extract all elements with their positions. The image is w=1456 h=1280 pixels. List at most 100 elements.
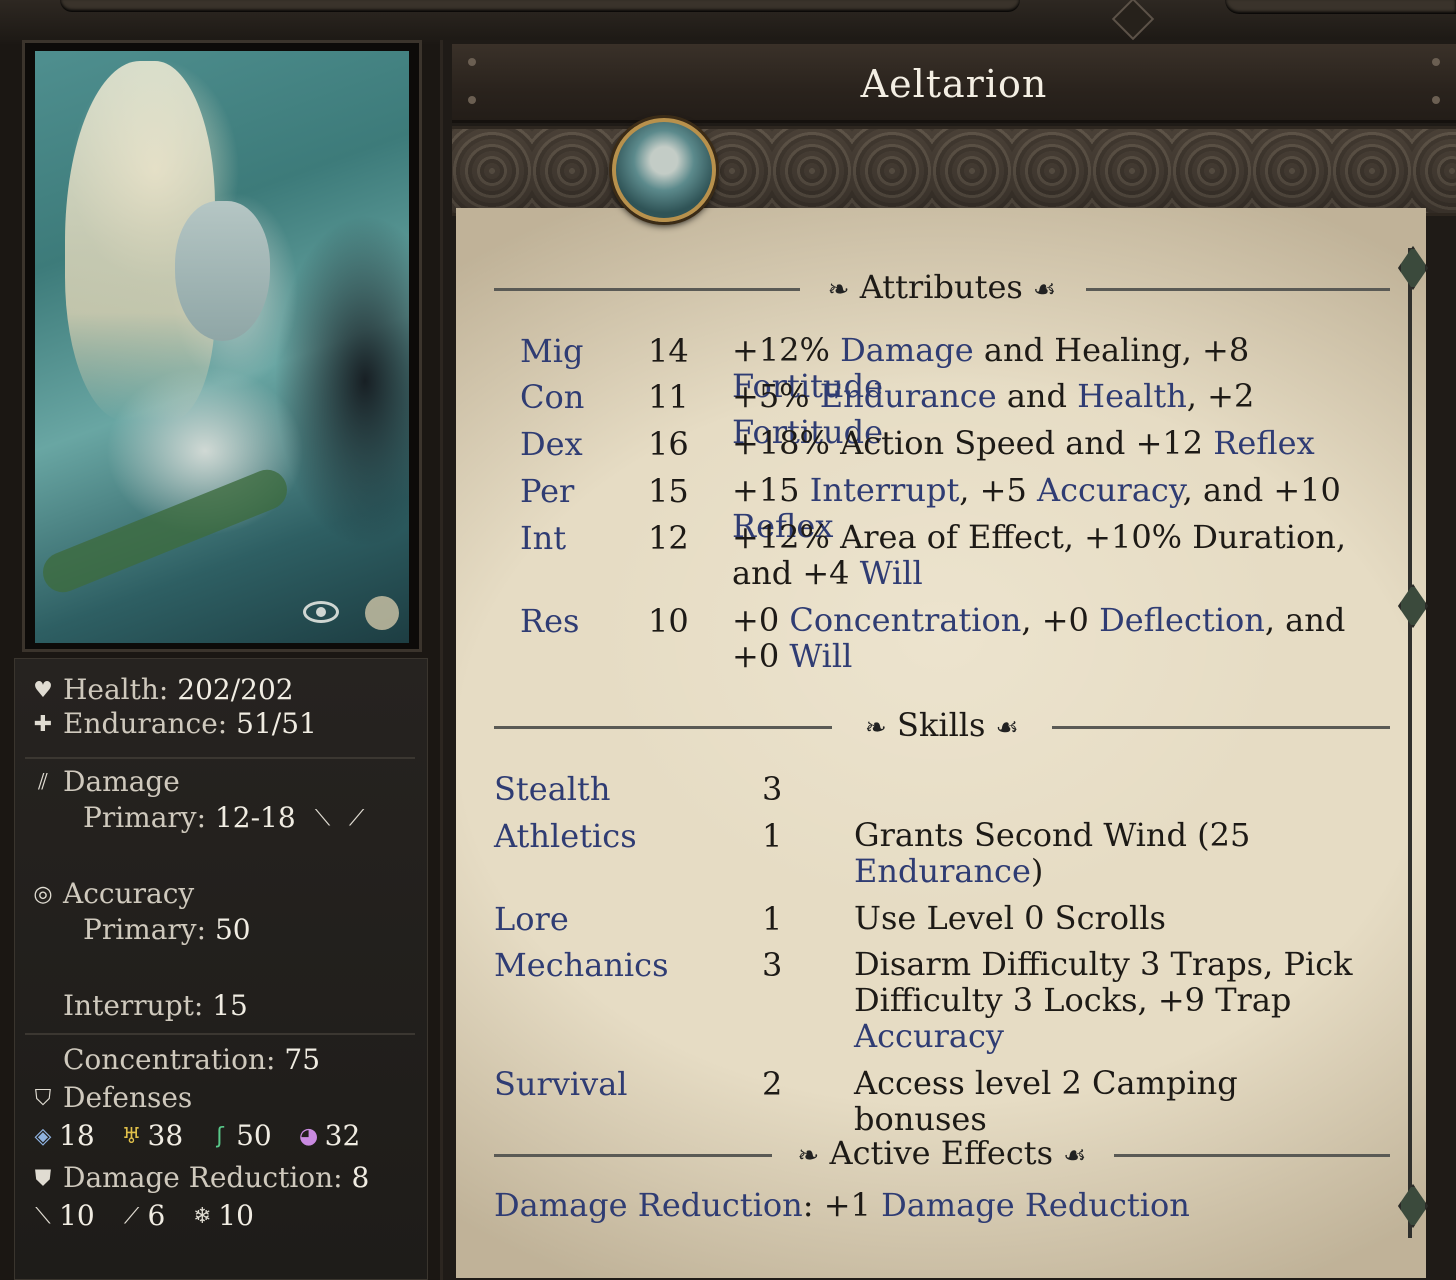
- skill-value: 1: [762, 817, 783, 855]
- fortitude-icon: ♅: [121, 1124, 142, 1149]
- skill-name[interactable]: Mechanics: [494, 946, 669, 984]
- skill-desc: Grants Second Wind (25 Endurance): [854, 817, 1354, 889]
- dr-slash-value: 10: [59, 1199, 95, 1232]
- damage-label: Damage: [63, 765, 180, 798]
- defense-fortitude: ♅ 38: [118, 1119, 184, 1152]
- scroll-rail[interactable]: [1408, 248, 1412, 1238]
- keyword-link[interactable]: Endurance: [854, 852, 1031, 890]
- keyword-link[interactable]: Interrupt: [810, 471, 960, 509]
- damage-reduction-label: Damage Reduction:: [63, 1161, 343, 1194]
- damage-primary-label: Primary:: [83, 801, 207, 834]
- defense-deflection: ◈ 18: [29, 1119, 95, 1152]
- fortitude-value: 38: [147, 1119, 184, 1152]
- health-value: 202/202: [177, 673, 294, 706]
- heart-icon: ♥: [33, 678, 53, 703]
- desc-text: , and +10: [1182, 471, 1341, 509]
- flourish-icon: ☙: [1032, 275, 1057, 305]
- divider: [25, 1033, 415, 1035]
- interrupt-label: Interrupt:: [63, 989, 204, 1022]
- top-frame: [0, 0, 1456, 44]
- flourish-icon: ☙: [1063, 1141, 1087, 1171]
- attributes-title: Attributes: [859, 268, 1023, 306]
- keyword-link[interactable]: Accuracy: [854, 1017, 1004, 1055]
- keyword-link[interactable]: Health: [1077, 377, 1187, 415]
- skill-desc: Use Level 0 Scrolls: [854, 900, 1354, 936]
- skill-value: 2: [762, 1065, 783, 1103]
- damage-reduction-types: ⟍ 10 ⟋ 6 ❄ 10: [29, 1199, 268, 1232]
- stats-panel: ♥ Health: 202/202 ✚ Endurance: 51/51 ⫽ Dama…: [14, 658, 428, 1280]
- flourish-icon: ☙: [995, 713, 1019, 743]
- keyword-link[interactable]: Will: [789, 637, 852, 675]
- attributes-header: ❧ Attributes ☙: [494, 268, 1390, 308]
- accuracy-primary-label: Primary:: [83, 913, 207, 946]
- desc-text: +5%: [732, 377, 820, 415]
- attribute-desc: +12% Area of Effect, +10% Duration, and …: [732, 519, 1372, 591]
- desc-text: and Healing, +8: [973, 331, 1250, 369]
- dr-freeze: ❄ 10: [188, 1199, 254, 1232]
- keyword-link[interactable]: Endurance: [820, 377, 997, 415]
- damage-primary-row: Primary: 12-18 ⟍ ⟋: [83, 801, 377, 834]
- skills-title-wrap: ❧ Skills ☙: [494, 706, 1390, 744]
- rail-gem-icon: [1398, 246, 1428, 290]
- desc-text: , +2: [1186, 377, 1255, 415]
- skill-value: 1: [762, 900, 783, 938]
- keyword-link[interactable]: Reflex: [1213, 424, 1314, 462]
- attributes-title-wrap: ❧ Attributes ☙: [494, 268, 1390, 306]
- attribute-abbr[interactable]: Mig: [520, 332, 583, 370]
- portrait-branch: [36, 463, 294, 599]
- dr-pierce-value: 6: [147, 1199, 166, 1232]
- reflex-value: 50: [236, 1119, 272, 1152]
- ornamental-band: [452, 126, 1456, 216]
- desc-text: Access level 2 Camping bonuses: [854, 1064, 1238, 1138]
- reflex-icon: ʃ: [216, 1124, 224, 1149]
- frame-ornament-icon: [1111, 0, 1155, 41]
- deflection-icon: ◈: [34, 1124, 52, 1149]
- will-value: 32: [324, 1119, 361, 1152]
- deflection-value: 18: [59, 1119, 95, 1152]
- skill-desc: Disarm Difficulty 3 Traps, Pick Difficul…: [854, 946, 1354, 1054]
- portrait-options-icon[interactable]: [365, 596, 399, 630]
- keyword-link[interactable]: Damage: [840, 331, 974, 369]
- attribute-abbr[interactable]: Per: [520, 472, 574, 510]
- desc-text: +12%: [732, 331, 841, 369]
- keyword-link[interactable]: Damage Reduction: [881, 1186, 1190, 1224]
- dr-pierce: ⟋ 6: [118, 1199, 166, 1232]
- concentration-value: 75: [284, 1043, 321, 1076]
- attribute-value: 16: [648, 425, 689, 463]
- top-slot-right: [1225, 0, 1456, 14]
- endurance-row: ✚ Endurance: 51/51: [29, 707, 317, 740]
- attribute-desc: +0 Concentration, +0 Deflection, and +0 …: [732, 602, 1372, 674]
- top-slot: [60, 0, 1020, 12]
- name-bar: Aeltarion: [452, 44, 1456, 123]
- desc-text: : +1: [802, 1186, 882, 1224]
- keyword-link[interactable]: Concentration: [789, 601, 1021, 639]
- slash-icon: ⟍: [314, 806, 331, 831]
- keyword-link[interactable]: Damage Reduction: [494, 1186, 803, 1224]
- keyword-link[interactable]: Accuracy: [1037, 471, 1183, 509]
- active-effect[interactable]: Damage Reduction: +1 Damage Reduction: [494, 1186, 1190, 1224]
- interrupt-row: Interrupt: 15: [63, 989, 248, 1022]
- keyword-link[interactable]: Will: [860, 554, 923, 592]
- skill-name[interactable]: Survival: [494, 1065, 628, 1103]
- desc-text: +12% Area of Effect, +10% Duration, and …: [732, 518, 1347, 592]
- damage-claw-icon: ⫽: [38, 770, 48, 795]
- attribute-abbr[interactable]: Con: [520, 378, 584, 416]
- defenses-values: ◈ 18 ♅ 38 ʃ 50 ◕ 32: [29, 1119, 374, 1152]
- skill-name[interactable]: Lore: [494, 900, 569, 938]
- attribute-value: 10: [648, 602, 689, 640]
- portrait-medallion-icon[interactable]: [612, 118, 716, 222]
- eye-icon[interactable]: [303, 601, 339, 623]
- skill-name[interactable]: Athletics: [494, 817, 637, 855]
- flourish-icon: ❧: [865, 713, 887, 743]
- will-icon: ◕: [299, 1124, 319, 1149]
- desc-text: , +5: [959, 471, 1037, 509]
- attribute-abbr[interactable]: Dex: [520, 425, 583, 463]
- rail-gem-icon: [1398, 1184, 1428, 1228]
- keyword-link[interactable]: Deflection: [1099, 601, 1265, 639]
- scroll-thumb-icon[interactable]: [1398, 584, 1428, 628]
- portrait-face: [175, 201, 270, 341]
- skill-name[interactable]: Stealth: [494, 770, 611, 808]
- attribute-abbr[interactable]: Int: [520, 519, 566, 557]
- attribute-abbr[interactable]: Res: [520, 602, 579, 640]
- dr-shield-icon: ⛊: [34, 1166, 52, 1191]
